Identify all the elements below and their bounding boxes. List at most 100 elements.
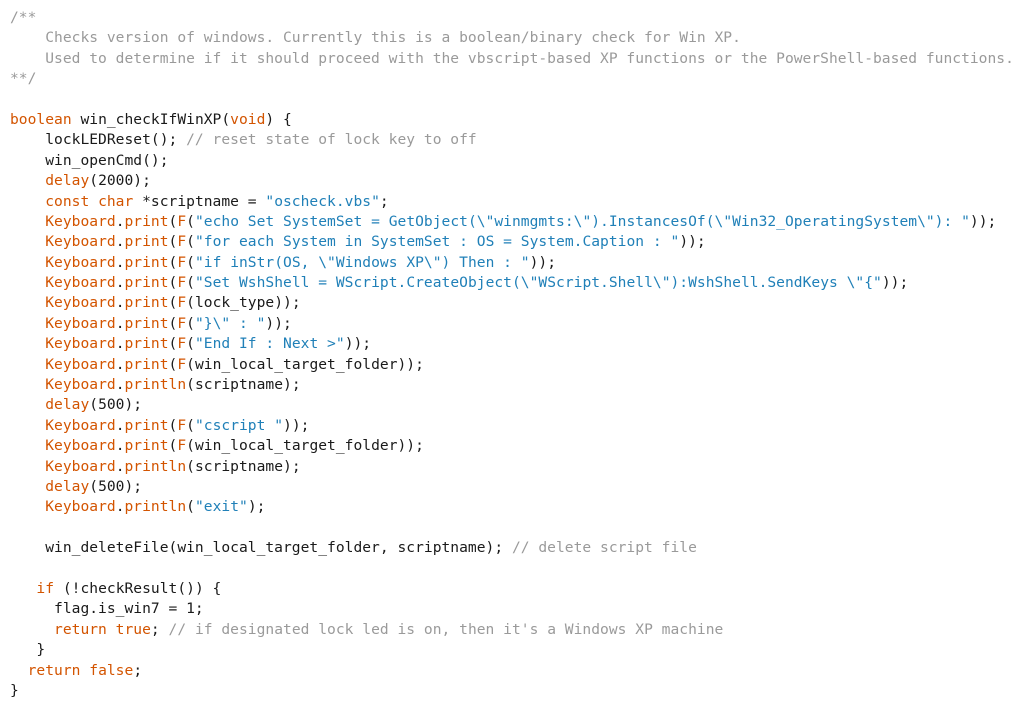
code-token-plain: ( <box>186 416 195 434</box>
code-line[interactable]: Keyboard.println("exit"); <box>10 497 1024 517</box>
code-token-plain: ( <box>186 253 195 271</box>
code-token-plain: win_deleteFile(win_local_target_folder, … <box>10 539 512 557</box>
code-token-keyword: void <box>230 110 266 128</box>
code-token-plain: . <box>115 314 125 332</box>
code-token-function: print <box>124 233 169 251</box>
code-token-plain: ( <box>186 233 195 251</box>
code-token-string: "End If : Next >" <box>194 335 345 353</box>
code-token-function: Keyboard <box>45 274 116 292</box>
code-token-plain: . <box>115 335 125 353</box>
code-token-function: Keyboard <box>45 416 116 434</box>
code-line[interactable]: **/ <box>10 69 1024 89</box>
code-token-comment: Used to determine if it should proceed w… <box>10 49 1014 67</box>
code-token-plain: ) { <box>265 110 292 128</box>
code-token-function: print <box>124 335 169 353</box>
code-token-function: println <box>124 457 187 475</box>
code-line[interactable] <box>10 559 1024 579</box>
code-token-function: print <box>124 212 169 230</box>
code-token-string: "echo Set SystemSet = GetObject(\"winmgm… <box>194 212 970 230</box>
code-line[interactable]: boolean win_checkIfWinXP(void) { <box>10 110 1024 130</box>
code-line[interactable] <box>10 90 1024 110</box>
code-line[interactable]: Checks version of windows. Currently thi… <box>10 28 1024 48</box>
code-token-plain: . <box>115 355 125 373</box>
code-line[interactable]: return false; <box>10 661 1024 681</box>
code-token-plain: . <box>115 498 125 516</box>
code-token-plain: (win_local_target_folder)); <box>186 437 424 455</box>
code-token-plain: ( <box>186 314 195 332</box>
code-token-function: print <box>124 274 169 292</box>
code-line[interactable]: flag.is_win7 = 1; <box>10 599 1024 619</box>
code-token-plain: . <box>115 376 125 394</box>
code-token-plain: } <box>10 641 46 659</box>
code-token-function: F <box>177 274 187 292</box>
code-line[interactable]: Keyboard.print(F("End If : Next >")); <box>10 334 1024 354</box>
code-listing[interactable]: /** Checks version of windows. Currently… <box>0 0 1024 722</box>
code-line[interactable] <box>10 518 1024 538</box>
code-line[interactable]: lockLEDReset(); // reset state of lock k… <box>10 130 1024 150</box>
code-token-function: print <box>124 253 169 271</box>
code-token-plain: . <box>115 437 125 455</box>
code-token-plain: win_openCmd(); <box>10 151 169 169</box>
code-line[interactable]: Keyboard.print(F("Set WshShell = WScript… <box>10 273 1024 293</box>
code-token-plain: ( <box>186 212 195 230</box>
code-line[interactable]: const char *scriptname = "oscheck.vbs"; <box>10 192 1024 212</box>
code-line[interactable]: Keyboard.print(F(lock_type)); <box>10 293 1024 313</box>
code-token-function: Keyboard <box>45 233 116 251</box>
code-line[interactable]: Keyboard.print(F("for each System in Sys… <box>10 232 1024 252</box>
code-token-plain: ); <box>247 498 266 516</box>
code-token-function: Keyboard <box>45 253 116 271</box>
code-token-function: delay <box>45 172 90 190</box>
code-line[interactable]: Used to determine if it should proceed w… <box>10 49 1024 69</box>
code-line[interactable]: Keyboard.print(F(win_local_target_folder… <box>10 355 1024 375</box>
code-token-comment: Checks version of windows. Currently thi… <box>10 29 741 47</box>
code-line[interactable]: delay(500); <box>10 395 1024 415</box>
code-token-string: "for each System in SystemSet : OS = Sys… <box>194 233 680 251</box>
code-line[interactable]: delay(500); <box>10 477 1024 497</box>
code-line[interactable]: /** <box>10 8 1024 28</box>
code-line[interactable]: } <box>10 640 1024 660</box>
code-token-function: Keyboard <box>45 335 116 353</box>
code-line[interactable]: Keyboard.print(F("echo Set SystemSet = G… <box>10 212 1024 232</box>
code-token-function: Keyboard <box>45 294 116 312</box>
code-token-function: println <box>124 498 187 516</box>
code-line[interactable]: delay(2000); <box>10 171 1024 191</box>
code-token-string: "cscript " <box>194 416 284 434</box>
code-token-function: F <box>177 437 187 455</box>
code-line[interactable]: Keyboard.println(scriptname); <box>10 457 1024 477</box>
code-token-plain: . <box>115 233 125 251</box>
code-line[interactable]: Keyboard.print(F(win_local_target_folder… <box>10 436 1024 456</box>
code-line[interactable]: return true; // if designated lock led i… <box>10 620 1024 640</box>
code-token-plain: (scriptname); <box>186 376 301 394</box>
code-token-function: Keyboard <box>45 212 116 230</box>
code-line[interactable]: Keyboard.print(F("if inStr(OS, \"Windows… <box>10 253 1024 273</box>
code-token-plain: )); <box>679 233 706 251</box>
code-token-plain: . <box>115 457 125 475</box>
code-token-plain: ( <box>186 335 195 353</box>
code-line[interactable]: win_openCmd(); <box>10 151 1024 171</box>
code-line[interactable]: Keyboard.print(F("cscript ")); <box>10 416 1024 436</box>
code-token-function: F <box>177 233 187 251</box>
code-token-plain: . <box>115 253 125 271</box>
code-line[interactable]: Keyboard.println(scriptname); <box>10 375 1024 395</box>
code-token-function: F <box>177 212 187 230</box>
code-line[interactable]: Keyboard.print(F("}\" : ")); <box>10 314 1024 334</box>
code-token-plain: (500); <box>89 396 143 414</box>
code-token-plain: . <box>115 274 125 292</box>
code-line[interactable]: win_deleteFile(win_local_target_folder, … <box>10 538 1024 558</box>
code-token-function: F <box>177 253 187 271</box>
code-line[interactable]: if (!checkResult()) { <box>10 579 1024 599</box>
code-token-function: print <box>124 294 169 312</box>
code-token-string: "}\" : " <box>194 314 266 332</box>
code-token-function: print <box>124 416 169 434</box>
code-line[interactable]: } <box>10 681 1024 701</box>
